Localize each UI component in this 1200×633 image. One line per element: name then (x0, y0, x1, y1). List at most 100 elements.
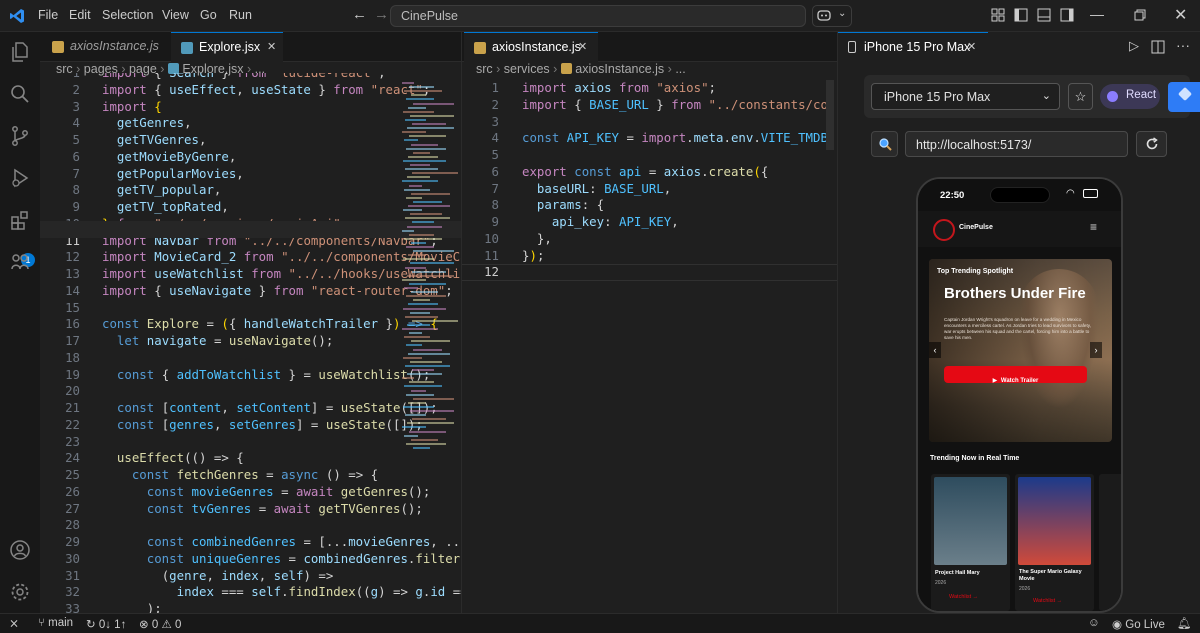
tab-axiosinstance-left[interactable]: axiosInstance.js (42, 32, 169, 62)
menu-edit[interactable]: Edit (69, 8, 91, 22)
back-arrow-icon[interactable]: ← (352, 6, 367, 23)
close-window-icon[interactable]: ✕ (1174, 5, 1187, 25)
breadcrumb-item[interactable]: ... (675, 62, 685, 76)
search-icon[interactable] (8, 82, 32, 106)
close-tab-icon[interactable]: ✕ (267, 40, 276, 53)
copilot-status-icon[interactable]: ☺ (1088, 617, 1100, 629)
minimap[interactable] (402, 82, 458, 457)
tab-device-preview[interactable]: iPhone 15 Pro Max ✕ (838, 32, 988, 62)
close-tab-icon[interactable]: ✕ (578, 40, 587, 53)
editor-scrollbar[interactable] (826, 80, 834, 150)
branch-indicator[interactable]: ⑂ main (38, 617, 73, 629)
code-line[interactable]: 8 params: { (462, 197, 827, 214)
code-line[interactable]: 5 (462, 147, 827, 164)
menu-go[interactable]: Go (200, 8, 217, 22)
go-live-button[interactable]: ◉ Go Live (1112, 617, 1165, 631)
code-line[interactable]: 12 (462, 264, 827, 281)
code-line[interactable]: 21 const [content, setContent] = useStat… (40, 400, 461, 417)
device-select[interactable]: iPhone 15 Pro Max ⌄ (871, 83, 1060, 110)
code-line[interactable]: 6 getMovieByGenre, (40, 149, 461, 166)
notifications-bell-icon[interactable]: 🔔︎ (1177, 616, 1192, 630)
code-line[interactable]: 7 baseURL: BASE_URL, (462, 181, 827, 198)
account-icon[interactable] (8, 538, 32, 562)
code-line[interactable]: 20 (40, 383, 461, 400)
code-line[interactable]: 32 index === self.findIndex((g) => g.id … (40, 584, 461, 601)
menu-run[interactable]: Run (229, 8, 252, 22)
tab-axiosinstance-right[interactable]: axiosInstance.js ✕ (464, 32, 598, 62)
code-line[interactable]: 18 (40, 350, 461, 367)
code-line[interactable]: 4 const API_KEY = import.meta.env.VITE_TM… (462, 130, 827, 147)
tab-explore-jsx[interactable]: Explore.jsx ✕ (171, 32, 283, 62)
code-line[interactable]: 9 getTV_topRated, (40, 199, 461, 216)
menu-selection[interactable]: Selection (102, 8, 153, 22)
code-line[interactable]: 24 useEffect(() => { (40, 450, 461, 467)
code-line[interactable]: 9 api_key: API_KEY, (462, 214, 827, 231)
code-line[interactable]: 6 export const api = axios.create({ (462, 164, 827, 181)
remote-indicator-icon[interactable]: ⨯ (9, 616, 19, 630)
code-line[interactable]: 4 getGenres, (40, 115, 461, 132)
remote-explorer-icon[interactable] (8, 250, 32, 274)
code-line[interactable]: 28 (40, 517, 461, 534)
code-line[interactable]: 10 }, (462, 231, 827, 248)
code-line[interactable]: 22 const [genres, setGenres] = useState(… (40, 417, 461, 434)
toggle-secondary-sidebar-icon[interactable] (1060, 8, 1074, 22)
code-line[interactable]: 30 const uniqueGenres = combinedGenres.f… (40, 551, 461, 568)
carousel-prev-arrow-icon[interactable]: ‹ (929, 342, 941, 358)
code-line[interactable]: 27 const tvGenres = await getTVGenres(); (40, 501, 461, 518)
code-line[interactable]: 11}); (462, 248, 827, 265)
breadcrumb-item[interactable]: src (476, 62, 493, 76)
problems-indicator[interactable]: ⊗ 0 ⚠ 0 (139, 617, 181, 631)
source-control-icon[interactable] (8, 124, 32, 148)
menu-file[interactable]: File (38, 8, 58, 22)
close-tab-icon[interactable]: ✕ (967, 40, 976, 53)
code-line[interactable]: 2 import { useEffect, useState } from "re… (40, 82, 461, 99)
copilot-button[interactable]: ⌄ (812, 5, 852, 27)
split-editor-icon[interactable] (1151, 40, 1165, 54)
sync-indicator[interactable]: ↻ 0↓ 1↑ (86, 617, 126, 631)
code-line[interactable]: 2 import { BASE_URL } from "../constants/… (462, 97, 827, 114)
movie-card[interactable]: The Super Mario Galaxy Movie 2026 Watchl… (1015, 474, 1094, 611)
restore-window-icon[interactable] (1133, 8, 1147, 22)
code-line[interactable]: 16 const Explore = ({ handleWatchTrailer … (40, 316, 461, 333)
url-input[interactable]: http://localhost:5173/ (905, 131, 1128, 157)
code-line[interactable]: 5 getTVGenres, (40, 132, 461, 149)
settings-gear-icon[interactable] (8, 580, 32, 604)
code-line[interactable]: 3 (462, 114, 827, 131)
forward-arrow-icon[interactable]: → (374, 6, 389, 23)
watchlist-button[interactable]: Watchlist → (949, 594, 978, 600)
code-line[interactable]: 1 import { Search } from "lucide-react"; (40, 73, 461, 82)
code-line[interactable]: 13 import useWatchlist from "../../hooks/… (40, 266, 461, 283)
reload-button[interactable] (1136, 131, 1167, 157)
code-line[interactable]: 15 (40, 300, 461, 317)
movie-card-partial[interactable] (1099, 474, 1121, 611)
code-line[interactable]: 11 import Navbar from "../../components/N… (40, 233, 461, 250)
explorer-files-icon[interactable] (8, 40, 32, 64)
favorite-star-button[interactable]: ☆ (1068, 83, 1093, 110)
movie-card[interactable]: Project Hail Mary 2026 Watchlist → (931, 474, 1010, 611)
code-line[interactable]: 33 ); (40, 601, 461, 613)
run-play-icon[interactable]: ▷ (1129, 38, 1139, 54)
code-line[interactable]: 26 const movieGenres = await getGenres()… (40, 484, 461, 501)
carousel-next-arrow-icon[interactable]: › (1090, 342, 1102, 358)
left-code-editor[interactable]: 1import { Search } from "lucide-react";2… (40, 73, 461, 613)
code-line[interactable]: 8 getTV_popular, (40, 182, 461, 199)
run-debug-icon[interactable] (8, 166, 32, 190)
code-line[interactable]: 7 getPopularMovies, (40, 166, 461, 183)
hamburger-menu-icon[interactable]: ≡ (1090, 220, 1097, 234)
breadcrumb-item[interactable]: services (504, 62, 550, 76)
url-search-button[interactable] (871, 131, 898, 157)
minimize-window-icon[interactable]: — (1090, 6, 1104, 22)
watchlist-button[interactable]: Watchlist → (1033, 598, 1062, 604)
code-line[interactable]: 10} from "../../services/movieApi"; (40, 216, 461, 233)
code-line[interactable]: 12 import MovieCard_2 from "../../compone… (40, 249, 461, 266)
code-line[interactable]: 25 const fetchGenres = async () => { (40, 467, 461, 484)
code-line[interactable]: 14 import { useNavigate } from "react-rou… (40, 283, 461, 300)
code-line[interactable]: 23 (40, 434, 461, 451)
menu-view[interactable]: View (162, 8, 189, 22)
code-line[interactable]: 17 let navigate = useNavigate(); (40, 333, 461, 350)
code-line[interactable]: 29 const combinedGenres = [...movieGenre… (40, 534, 461, 551)
code-line[interactable]: 19 const { addToWatchlist } = useWatchli… (40, 367, 461, 384)
customize-layout-icon[interactable] (991, 8, 1005, 22)
code-line[interactable]: 31 (genre, index, self) => (40, 568, 461, 585)
breadcrumb-item[interactable]: axiosInstance.js (575, 62, 664, 76)
